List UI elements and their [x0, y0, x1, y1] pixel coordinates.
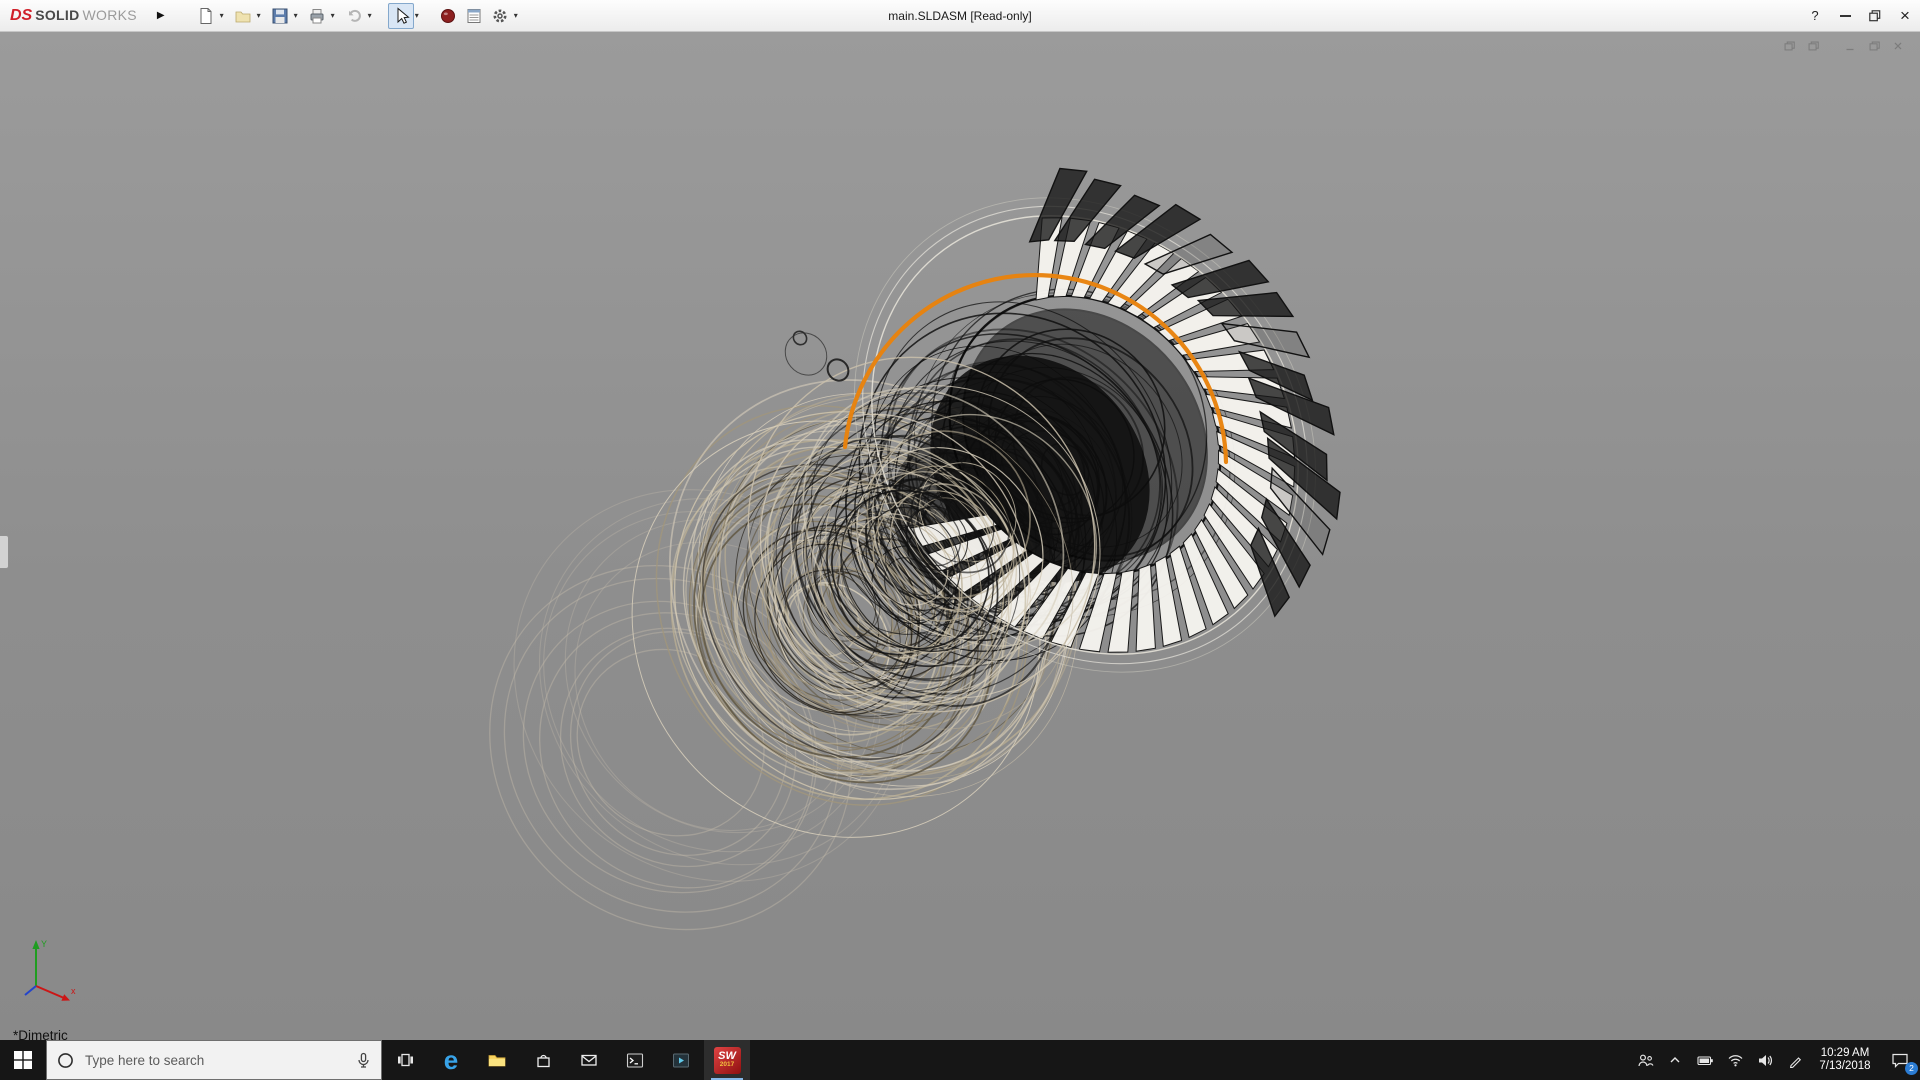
model-viewport[interactable]: Y x *Dimetric	[0, 32, 1920, 1040]
select-tool-button[interactable]	[387, 2, 414, 29]
help-button[interactable]: ?	[1800, 0, 1830, 31]
dropdown-caret[interactable]: ▾	[415, 11, 419, 20]
toolbar-flyout-button[interactable]: ▶	[151, 6, 171, 25]
doc-close-button[interactable]	[1887, 37, 1908, 54]
appearance-sphere-icon	[440, 8, 455, 23]
print-button[interactable]	[304, 3, 330, 29]
dropdown-caret[interactable]: ▾	[331, 11, 335, 20]
store-bag-icon	[536, 1054, 550, 1067]
command-prompt-icon	[626, 1052, 644, 1068]
restore-icon	[1869, 9, 1881, 21]
undo-icon	[348, 9, 361, 22]
solidworks-icon: SW 2017	[713, 1046, 741, 1074]
task-view-button[interactable]	[382, 1040, 428, 1080]
hidden-icons-button[interactable]	[1660, 1040, 1690, 1080]
engine-assembly-wireframe[interactable]	[0, 32, 1920, 1040]
triad-x-label: x	[71, 986, 76, 996]
brand-solid-text: SOLID	[35, 6, 80, 23]
media-app-icon	[673, 1053, 689, 1067]
battery-button[interactable]	[1690, 1040, 1720, 1080]
document-window-controls	[1778, 37, 1908, 54]
orientation-triad[interactable]: Y x	[14, 934, 84, 1014]
windows-ink-button[interactable]	[1780, 1040, 1810, 1080]
start-button[interactable]	[0, 1040, 46, 1080]
options-button[interactable]	[487, 3, 513, 29]
wifi-icon	[1728, 1055, 1742, 1067]
edge-browser-button[interactable]: e	[428, 1040, 474, 1080]
triad-y-label: Y	[41, 939, 47, 949]
restore-button[interactable]	[1860, 0, 1890, 31]
save-button[interactable]	[267, 3, 293, 29]
window-controls: ? ×	[1800, 0, 1920, 31]
view-orientation-label: *Dimetric	[13, 1028, 68, 1040]
dropdown-caret[interactable]: ▾	[220, 11, 224, 20]
task-view-icon	[397, 1053, 413, 1067]
new-document-icon	[200, 7, 212, 24]
people-button[interactable]	[1630, 1040, 1660, 1080]
system-tray: 10:29 AM 7/13/2018 2	[1630, 1040, 1920, 1080]
appearance-button[interactable]	[435, 3, 461, 29]
action-center-button[interactable]: 2	[1880, 1040, 1920, 1080]
doc-restore-icon[interactable]	[1778, 37, 1799, 54]
doc-restore-button[interactable]	[1863, 37, 1884, 54]
notification-badge: 2	[1905, 1062, 1918, 1075]
media-app-button[interactable]	[658, 1040, 704, 1080]
store-button[interactable]	[520, 1040, 566, 1080]
edge-icon: e	[443, 1045, 459, 1075]
command-prompt-button[interactable]	[612, 1040, 658, 1080]
design-binder-icon	[467, 8, 481, 23]
dropdown-caret[interactable]: ▾	[514, 11, 518, 20]
cortana-icon	[58, 1052, 73, 1068]
open-folder-icon	[235, 11, 251, 22]
search-input[interactable]	[83, 1051, 347, 1069]
windows-taskbar: e SW 2017	[0, 1040, 1920, 1080]
brand-works-text: WORKS	[82, 6, 137, 23]
people-icon	[1637, 1054, 1653, 1066]
taskbar-clock[interactable]: 10:29 AM 7/13/2018	[1810, 1040, 1880, 1080]
design-binder-button[interactable]	[461, 3, 487, 29]
dropdown-caret[interactable]: ▾	[294, 11, 298, 20]
windows-logo-icon	[14, 1051, 32, 1069]
microphone-icon[interactable]	[356, 1052, 371, 1069]
minimize-icon	[1839, 14, 1851, 17]
close-button[interactable]: ×	[1890, 0, 1920, 31]
select-cursor-icon	[397, 6, 410, 24]
solidworks-icon-year: 2017	[719, 1061, 735, 1068]
undo-button[interactable]	[341, 3, 367, 29]
main-toolbar: ▾ ▾ ▾ ▾ ▾ ▾ ▾	[193, 0, 524, 31]
doc-cascade-icon[interactable]	[1802, 37, 1823, 54]
titlebar: DS SOLID WORKS ▶ ▾ ▾ ▾ ▾ ▾ ▾ ▾ main.SLDA…	[0, 0, 1920, 32]
clock-date: 7/13/2018	[1819, 1060, 1871, 1072]
ds-logo-icon: DS	[10, 6, 33, 24]
battery-icon	[1696, 1055, 1713, 1065]
solidworks-app-button[interactable]: SW 2017	[704, 1040, 750, 1080]
speaker-icon	[1759, 1054, 1772, 1066]
minimize-button[interactable]	[1830, 0, 1860, 31]
open-document-button[interactable]	[230, 3, 256, 29]
mail-icon	[581, 1054, 597, 1066]
file-explorer-button[interactable]	[474, 1040, 520, 1080]
chevron-up-icon	[1670, 1057, 1680, 1063]
document-title: main.SLDASM [Read-only]	[888, 9, 1032, 23]
clock-time: 10:29 AM	[1820, 1047, 1870, 1059]
network-button[interactable]	[1720, 1040, 1750, 1080]
file-explorer-icon	[488, 1055, 506, 1067]
feature-panel-flyout-tab[interactable]	[0, 535, 9, 569]
pen-icon	[1789, 1056, 1801, 1068]
solidworks-logo: DS SOLID WORKS	[0, 7, 137, 25]
solidworks-icon-label: SW	[718, 1050, 736, 1062]
doc-minimize-button[interactable]	[1839, 37, 1860, 54]
options-gear-icon	[493, 9, 507, 22]
taskbar-search[interactable]	[46, 1040, 382, 1080]
new-document-button[interactable]	[193, 3, 219, 29]
print-icon	[310, 8, 324, 23]
mail-button[interactable]	[566, 1040, 612, 1080]
volume-button[interactable]	[1750, 1040, 1780, 1080]
dropdown-caret[interactable]: ▾	[368, 11, 372, 20]
dropdown-caret[interactable]: ▾	[257, 11, 261, 20]
save-icon	[272, 8, 288, 23]
